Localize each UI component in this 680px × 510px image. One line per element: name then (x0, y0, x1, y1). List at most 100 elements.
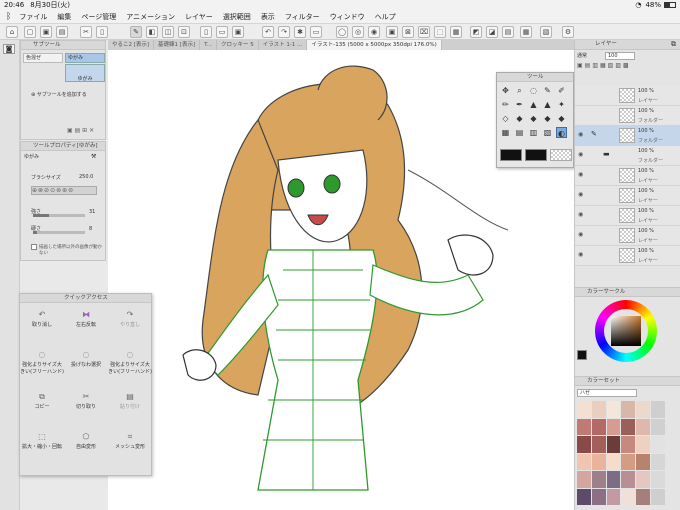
swatch[interactable] (577, 401, 591, 418)
figure-tool-icon[interactable]: ◆ (556, 113, 567, 124)
eye-icon[interactable]: ◉ (578, 131, 587, 138)
swatch[interactable] (621, 418, 636, 435)
airbrush-tool-icon[interactable]: ▲ (528, 99, 539, 110)
swatch[interactable] (651, 471, 665, 488)
swatch[interactable] (621, 488, 636, 505)
undo-button[interactable]: ↶ 取り消し (20, 308, 64, 338)
swatch[interactable] (591, 488, 606, 505)
swatch[interactable] (636, 488, 651, 505)
swatch[interactable] (636, 453, 651, 470)
menu-file[interactable]: ファイル (19, 12, 47, 22)
layer-row[interactable]: ◉ 100 % レイヤー (575, 226, 680, 246)
current-color-swatch[interactable] (577, 350, 587, 360)
redo-button[interactable]: ↷ やり直し (108, 308, 152, 338)
layer-row-selected[interactable]: ◉ ✎ 100 % フォルダー (575, 126, 680, 146)
marker-tool-icon[interactable]: ▲ (542, 99, 553, 110)
zoom-tool-icon[interactable]: ⌕ (514, 85, 525, 96)
grid-icon[interactable]: ▦ (520, 26, 532, 38)
layer-icon[interactable]: ▤ (502, 26, 514, 38)
file-icon[interactable]: ▯ (200, 26, 212, 38)
select-circle-icon[interactable]: ◯ (336, 26, 348, 38)
swatch[interactable] (606, 453, 621, 470)
settings-icon[interactable]: ⚙ (562, 26, 574, 38)
swatch[interactable] (636, 401, 651, 418)
text-tool-icon[interactable]: ▦ (500, 127, 511, 138)
subtool-tab-liquify[interactable]: ゆがみ (65, 53, 105, 63)
layer-row[interactable]: ◉ 100 % レイヤー (575, 186, 680, 206)
ruler-icon[interactable]: ◫ (162, 26, 174, 38)
paste-button[interactable]: ▤ 貼り付け (108, 390, 152, 420)
swatch[interactable] (606, 471, 621, 488)
layer-row[interactable]: ◉ 100 % レイヤー (575, 246, 680, 266)
tab-doc-4[interactable]: クロッキー 5 (217, 40, 259, 50)
eye-icon[interactable]: ◉ (578, 211, 587, 218)
cut-button[interactable]: ✂ 切り取り (64, 390, 108, 420)
blend-mode-select[interactable]: 通常 (577, 52, 597, 60)
swatch[interactable] (651, 488, 665, 505)
pencil-tool-icon[interactable]: ✒ (514, 99, 525, 110)
menu-animation[interactable]: アニメーション (126, 12, 175, 22)
brush-tool-icon[interactable]: ✏ (500, 99, 511, 110)
tab-doc-5[interactable]: イラスト 1-1 ... (259, 40, 308, 50)
layer-row[interactable]: ◉ 100 % レイヤー (575, 206, 680, 226)
swatch[interactable] (636, 418, 651, 435)
main-color-swatch[interactable] (500, 149, 522, 161)
decoration-tool-icon[interactable]: ✦ (556, 99, 567, 110)
free-transform-button[interactable]: ⬠ 自由変形 (64, 430, 108, 460)
flip-horizontal-button[interactable]: ⧓ 左右反転 (64, 308, 108, 338)
eraser-tool-icon[interactable]: ◇ (500, 113, 511, 124)
hue-ring[interactable] (595, 300, 657, 362)
layer-opacity-field[interactable]: 100 (605, 52, 635, 60)
redo-icon[interactable]: ↷ (278, 26, 290, 38)
swatch[interactable] (577, 488, 591, 505)
fill-icon[interactable]: ▭ (310, 26, 322, 38)
menu-view[interactable]: 表示 (261, 12, 275, 22)
swatch[interactable] (606, 488, 621, 505)
subtool-item-liquify[interactable]: ゆがみ (65, 64, 105, 82)
copy-button[interactable]: ⧉ コピー (20, 390, 64, 420)
layer-row[interactable]: 100 % フォルダー (575, 106, 680, 126)
export-icon[interactable]: ⊡ (178, 26, 190, 38)
ruler-tool-icon[interactable]: ▥ (528, 127, 539, 138)
tab-doc-2[interactable]: 基礎練1 [表示] (154, 40, 201, 50)
tab-doc-1[interactable]: やるこ2 [表示] (108, 40, 155, 50)
swatch[interactable] (577, 436, 591, 453)
saturation-value-square[interactable] (611, 316, 641, 346)
swatch[interactable] (651, 401, 665, 418)
clear-icon[interactable]: ✱ (294, 26, 306, 38)
brush-size-value[interactable]: 250.0 (79, 174, 93, 180)
select-freehand-button[interactable]: ◌ 強化よりサイズ大きい(フリーハンド) (20, 348, 64, 378)
tone-icon[interactable]: ▧ (540, 26, 552, 38)
select-sub-icon[interactable]: ◉ (368, 26, 380, 38)
undo-icon[interactable]: ↶ (262, 26, 274, 38)
transparent-color-swatch[interactable] (550, 149, 572, 161)
transform-icon[interactable]: ⬚ (434, 26, 446, 38)
menu-help[interactable]: ヘルプ (375, 12, 396, 22)
liquify-tool-icon[interactable]: ◐ (556, 127, 567, 138)
show-icon[interactable]: ◩ (470, 26, 482, 38)
eye-icon[interactable]: ◉ (578, 191, 587, 198)
restrict-checkbox[interactable] (31, 244, 37, 250)
swatch[interactable] (606, 401, 621, 418)
layer-row[interactable]: 100 % レイヤー (575, 86, 680, 106)
swatch[interactable] (591, 471, 606, 488)
frame-tool-icon[interactable]: ▤ (514, 127, 525, 138)
swatch[interactable] (621, 453, 636, 470)
clip-icon[interactable]: ✂ (80, 26, 92, 38)
menu-layer[interactable]: レイヤー (185, 12, 213, 22)
select-invert-icon[interactable]: ▣ (386, 26, 398, 38)
swatch[interactable] (577, 453, 591, 470)
swatch[interactable] (651, 418, 665, 435)
swatch[interactable] (591, 418, 606, 435)
swatch[interactable] (651, 436, 665, 453)
gradient-tool-icon[interactable]: ◆ (542, 113, 553, 124)
snap-icon[interactable]: ◧ (146, 26, 158, 38)
lasso-select-button[interactable]: ◌ 投げなわ選択 (64, 348, 108, 378)
scale-rotate-button[interactable]: ⬚ 拡大・縮小・回転 (20, 430, 64, 460)
layer-tool-row[interactable]: ▣▤▥▦▧▨▩ (577, 62, 677, 78)
hardness-value[interactable]: 8 (89, 226, 92, 232)
select-all-icon[interactable]: ⊠ (402, 26, 414, 38)
camera-icon[interactable]: ◙ (3, 44, 15, 54)
layer-panel-icon[interactable]: ⧉ (671, 40, 676, 49)
swatch[interactable] (591, 453, 606, 470)
